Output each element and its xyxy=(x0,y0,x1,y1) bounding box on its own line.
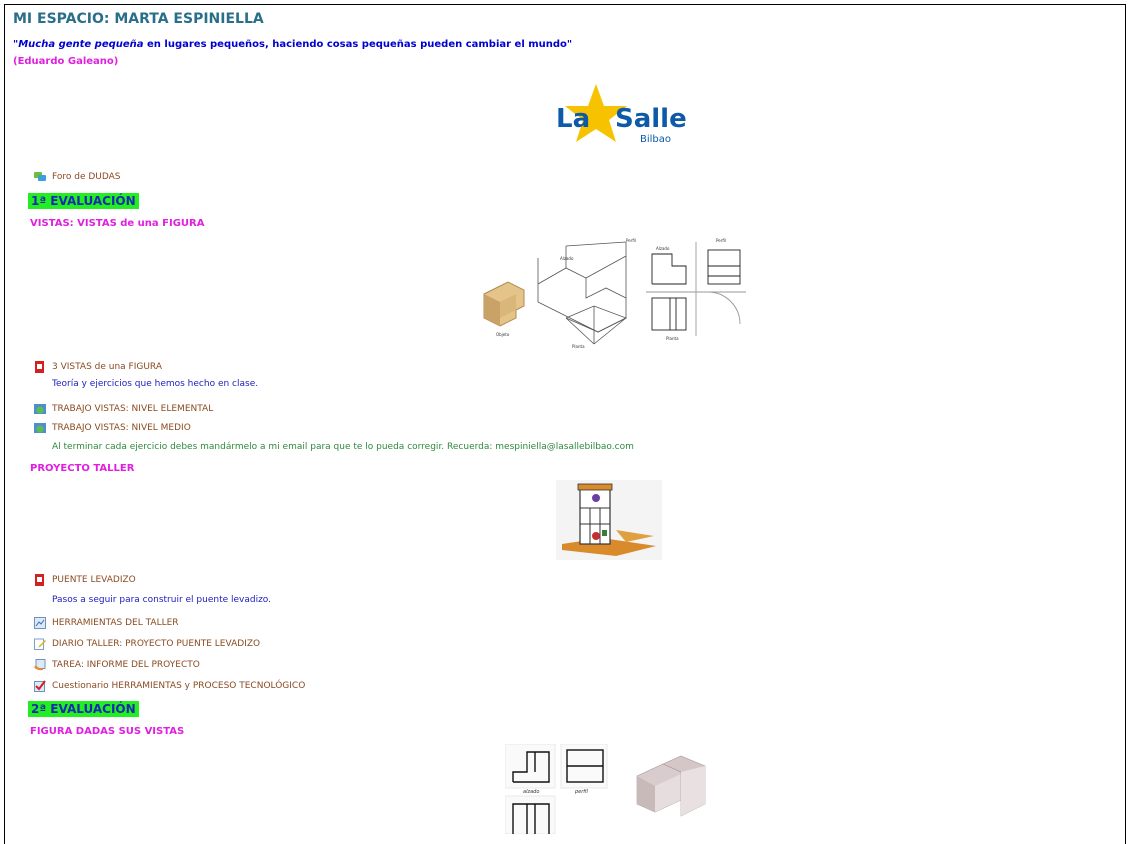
link-label: HERRAMIENTAS DEL TALLER xyxy=(52,618,179,628)
figure-label-objeto: Objeto xyxy=(496,332,510,337)
desc-trabajo-medio: Al terminar cada ejercicio debes mandárm… xyxy=(52,442,634,452)
link-diario[interactable]: DIARIO TALLER: PROYECTO PUENTE LEVADIZO xyxy=(34,638,260,650)
page-title: MI ESPACIO: MARTA ESPINIELLA xyxy=(13,11,264,27)
figure-label-perfil: Perfil xyxy=(626,238,636,243)
quote-author: (Eduardo Galeano) xyxy=(13,56,119,67)
figure-label-perfil-2: Perfil xyxy=(716,238,726,243)
proyecto-image xyxy=(556,480,662,560)
link-tarea[interactable]: TAREA: INFORME DEL PROYECTO xyxy=(34,659,200,671)
globe-icon xyxy=(34,403,46,415)
logo-text-city: Bilbao xyxy=(640,134,671,145)
eval-2-heading: 2ª EVALUACIÓN xyxy=(28,701,139,717)
figure-label-alzado-2: Alzado xyxy=(656,246,670,251)
link-puente-levadizo[interactable]: PUENTE LEVADIZO xyxy=(34,574,136,586)
vistas-figure: Objeto Alzado Perfil Planta Alzado Perfi… xyxy=(476,236,766,352)
figure-label-planta: Planta xyxy=(572,344,585,349)
desc-puente: Pasos a seguir para construir el puente … xyxy=(52,595,272,605)
quote: "Mucha gente pequeña en lugares pequeños… xyxy=(13,39,573,50)
link-trabajo-elemental[interactable]: TRABAJO VISTAS: NIVEL ELEMENTAL xyxy=(34,403,213,415)
forum-link[interactable]: Foro de DUDAS xyxy=(34,171,121,183)
logo-text-la: La xyxy=(556,104,590,134)
link-cuestionario[interactable]: Cuestionario HERRAMIENTAS y PROCESO TECN… xyxy=(34,680,305,692)
section-proyecto: PROYECTO TALLER xyxy=(30,463,135,474)
quiz-icon xyxy=(34,680,46,692)
link-trabajo-medio[interactable]: TRABAJO VISTAS: NIVEL MEDIO xyxy=(34,422,191,434)
eval-1-heading: 1ª EVALUACIÓN xyxy=(28,193,139,209)
figure-label-planta-2: Planta xyxy=(666,336,679,341)
forum-label: Foro de DUDAS xyxy=(52,172,121,182)
la-salle-logo: La Salle Bilbao xyxy=(548,82,688,150)
link-label: TRABAJO VISTAS: NIVEL MEDIO xyxy=(52,423,191,433)
section-figura: FIGURA DADAS SUS VISTAS xyxy=(30,726,185,737)
link-label: DIARIO TALLER: PROYECTO PUENTE LEVADIZO xyxy=(52,639,261,649)
link-label: 3 VISTAS de una FIGURA xyxy=(52,362,162,372)
pdf-icon xyxy=(34,574,46,586)
link-label: Cuestionario HERRAMIENTAS y PROCESO TECN… xyxy=(52,681,306,691)
link-label: TAREA: INFORME DEL PROYECTO xyxy=(52,660,200,670)
figura-label-perfil: perfil xyxy=(574,789,589,795)
section-vistas: VISTAS: VISTAS de una FIGURA xyxy=(30,218,205,229)
link-label: PUENTE LEVADIZO xyxy=(52,575,136,585)
image-icon xyxy=(34,617,46,629)
desc-3-vistas: Teoría y ejercicios que hemos hecho en c… xyxy=(52,379,259,389)
link-herramientas[interactable]: HERRAMIENTAS DEL TALLER xyxy=(34,617,179,629)
forum-icon xyxy=(34,171,46,183)
link-label: TRABAJO VISTAS: NIVEL ELEMENTAL xyxy=(52,404,214,414)
figure-label-alzado: Alzado xyxy=(560,256,574,261)
figura-label-alzado: alzado xyxy=(523,789,539,795)
logo-text-salle: Salle xyxy=(615,104,687,134)
globe-icon xyxy=(34,422,46,434)
link-3-vistas[interactable]: 3 VISTAS de una FIGURA xyxy=(34,361,162,373)
figura-vistas-image: alzado perfil xyxy=(504,743,715,835)
pdf-icon xyxy=(34,361,46,373)
assignment-icon xyxy=(34,659,46,671)
journal-icon xyxy=(34,638,46,650)
